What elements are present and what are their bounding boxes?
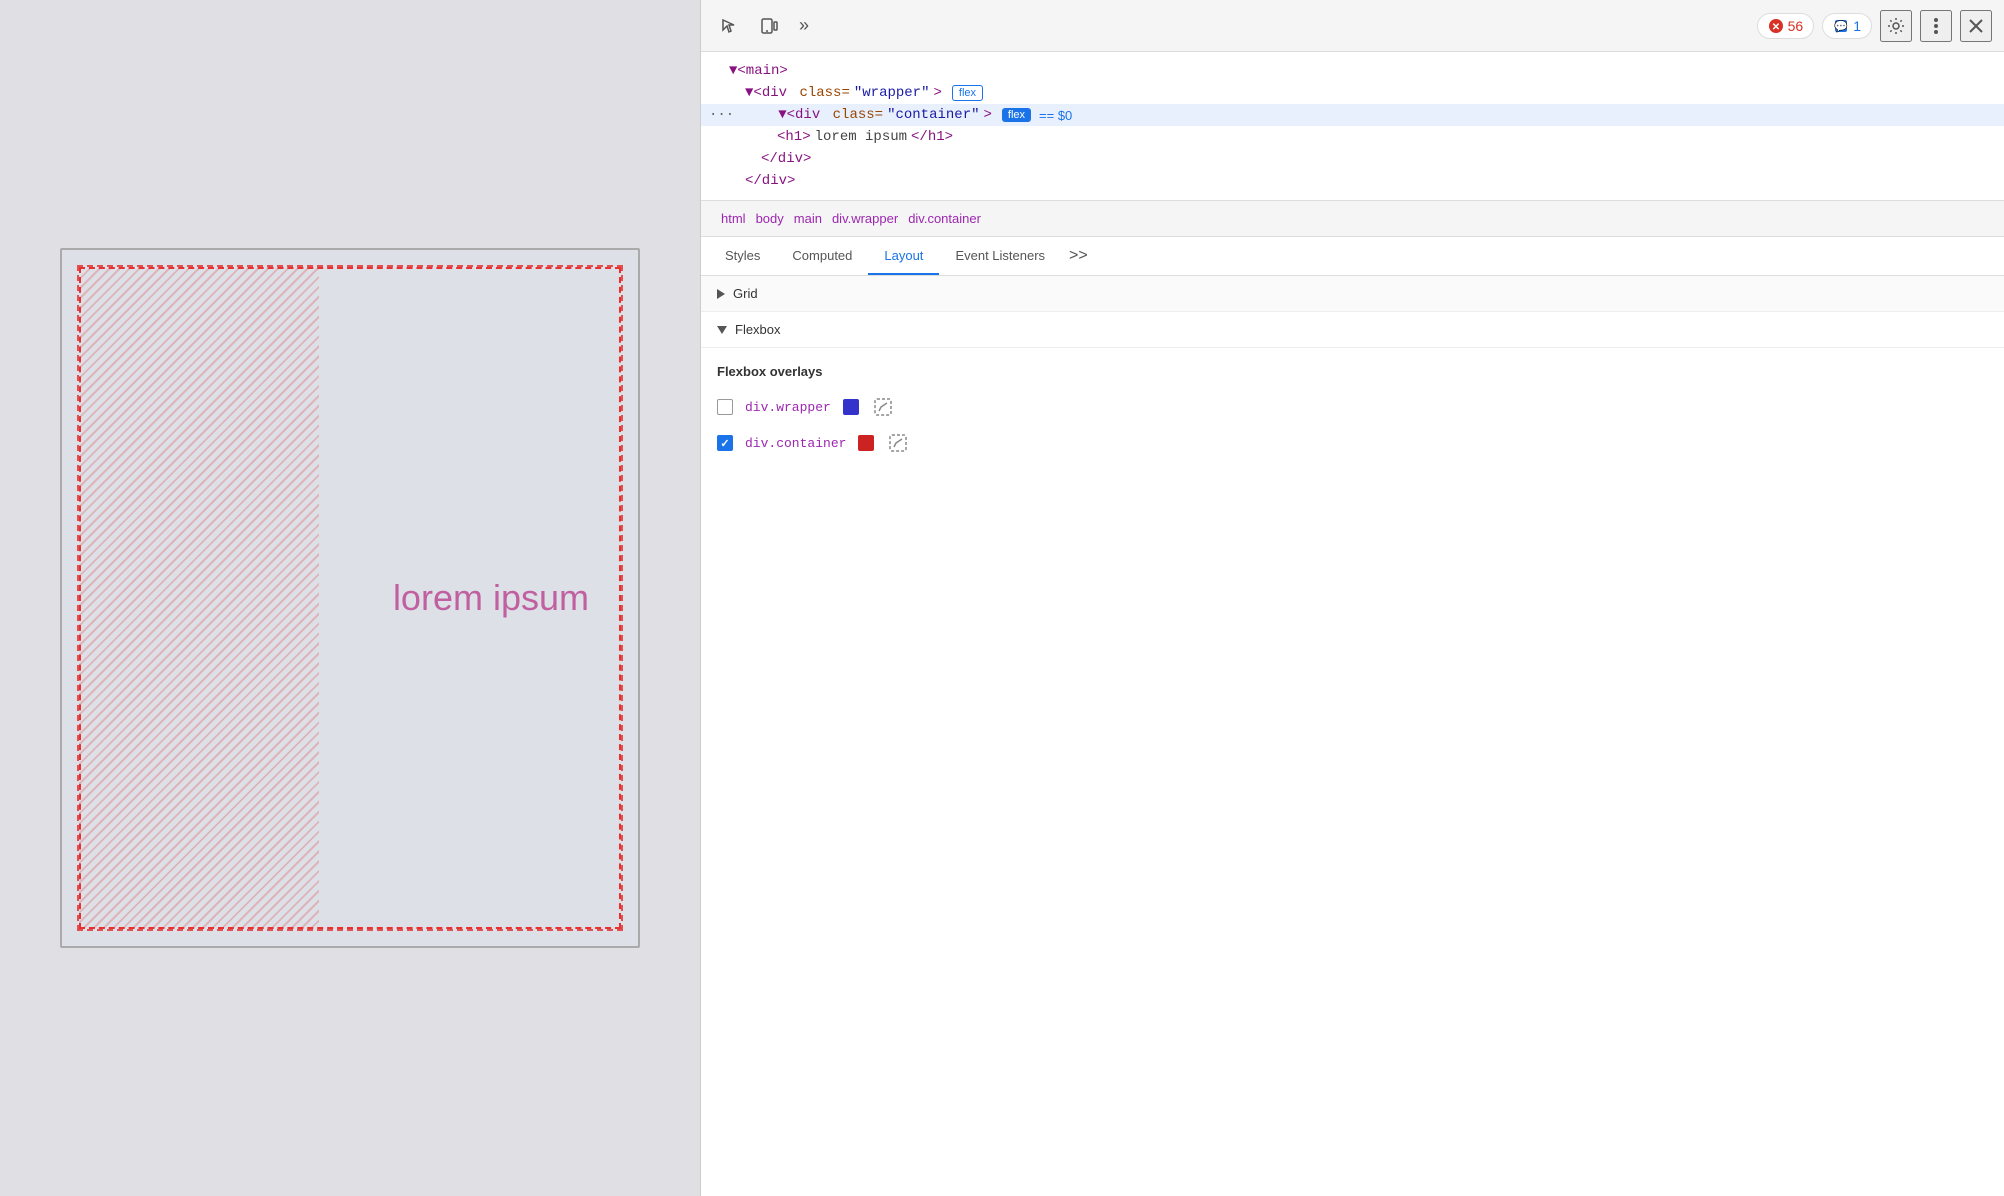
error-count-badge[interactable]: ✕ 56 (1757, 13, 1815, 39)
tab-styles[interactable]: Styles (709, 238, 776, 275)
tree-line-close-container[interactable]: </div> (701, 148, 2004, 170)
breadcrumb-bar: html body main div.wrapper div.container (701, 201, 2004, 237)
overlay-container-color[interactable] (858, 435, 874, 451)
breadcrumb-div-wrapper[interactable]: div.wrapper (828, 209, 902, 228)
overlay-row-container: div.container (717, 431, 1988, 455)
flexbox-overlays-section: Flexbox overlays div.wrapper div.contain… (701, 348, 2004, 483)
overlay-row-wrapper: div.wrapper (717, 395, 1988, 419)
wrapper-div-overlay: lorem ipsum (77, 265, 623, 931)
viewport: lorem ipsum (60, 248, 640, 948)
svg-text:✕: ✕ (1771, 22, 1779, 33)
grid-expand-icon (717, 289, 725, 299)
container-div-overlay: lorem ipsum (79, 267, 621, 929)
overlay-wrapper-color[interactable] (843, 399, 859, 415)
breadcrumb-main[interactable]: main (790, 209, 826, 228)
overlay-wrapper-icon-btn[interactable] (871, 395, 895, 419)
overlay-container-label: div.container (745, 436, 846, 451)
lorem-ipsum-text: lorem ipsum (393, 577, 619, 619)
tabs-more-button[interactable]: >> (1061, 237, 1096, 275)
device-toolbar-button[interactable] (753, 10, 785, 42)
warning-count-badge[interactable]: 💬 1 (1822, 13, 1872, 39)
tree-line-main[interactable]: ▼<main> (701, 60, 2004, 82)
devtools-panel: » ✕ 56 💬 1 (700, 0, 2004, 1196)
breadcrumb-html[interactable]: html (717, 209, 750, 228)
grid-section-label: Grid (733, 286, 758, 301)
breadcrumb-div-container[interactable]: div.container (904, 209, 985, 228)
grid-section-header[interactable]: Grid (701, 276, 2004, 312)
flexbox-expand-icon (717, 326, 727, 334)
inspect-button[interactable] (713, 10, 745, 42)
overlay-container-icon-btn[interactable] (886, 431, 910, 455)
close-devtools-button[interactable] (1960, 10, 1992, 42)
flexbox-section-header[interactable]: Flexbox (701, 312, 2004, 348)
layout-panel: Grid Flexbox Flexbox overlays div.wrappe… (701, 276, 2004, 1196)
flexbox-section-label: Flexbox (735, 322, 781, 337)
tree-line-close-wrapper[interactable]: </div> (701, 170, 2004, 192)
more-tools-button[interactable]: » (793, 11, 815, 40)
svg-text:💬: 💬 (1834, 20, 1848, 33)
tree-line-container[interactable]: ··· ▼<div class= "container" > flex == $… (701, 104, 2004, 126)
breadcrumb-body[interactable]: body (752, 209, 788, 228)
overlay-wrapper-label: div.wrapper (745, 400, 831, 415)
devtools-toolbar: » ✕ 56 💬 1 (701, 0, 2004, 52)
tabs-bar: Styles Computed Layout Event Listeners >… (701, 237, 2004, 276)
flexbox-overlays-title: Flexbox overlays (717, 364, 1988, 379)
settings-button[interactable] (1880, 10, 1912, 42)
tree-line-h1[interactable]: <h1> lorem ipsum </h1> (701, 126, 2004, 148)
tab-event-listeners[interactable]: Event Listeners (939, 238, 1061, 275)
html-tree: ▼<main> ▼<div class= "wrapper" > flex ··… (701, 52, 2004, 201)
more-options-button[interactable] (1920, 10, 1952, 42)
browser-preview: lorem ipsum (0, 0, 700, 1196)
tree-line-wrapper[interactable]: ▼<div class= "wrapper" > flex (701, 82, 2004, 104)
tab-layout[interactable]: Layout (868, 238, 939, 275)
overlay-container-checkbox[interactable] (717, 435, 733, 451)
tab-computed[interactable]: Computed (776, 238, 868, 275)
overlay-wrapper-checkbox[interactable] (717, 399, 733, 415)
